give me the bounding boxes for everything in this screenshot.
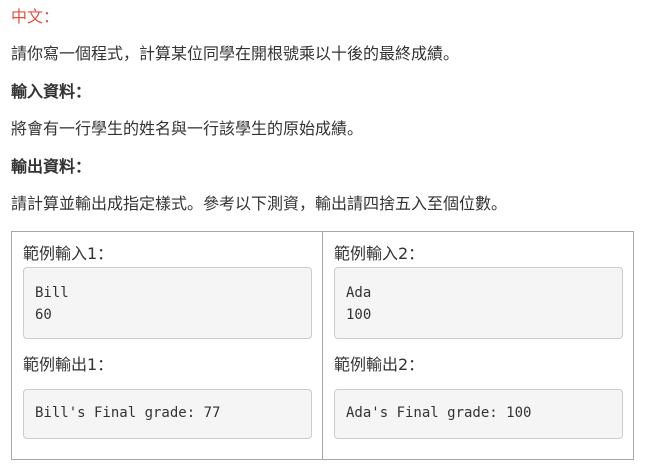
- language-label: 中文：: [11, 7, 60, 26]
- sample-input-box[interactable]: Bill 60: [23, 267, 312, 339]
- example-column-2: 範例輸入2： Ada 100 範例輸出2： Ada's Final grade:…: [322, 232, 633, 459]
- example-column-1: 範例輸入1： Bill 60 範例輸出1： Bill's Final grade…: [12, 232, 322, 459]
- sample-input-line: 60: [35, 307, 52, 323]
- sample-output-box[interactable]: Ada's Final grade: 100: [334, 389, 623, 439]
- output-heading: 輸出資料：: [11, 157, 92, 176]
- sample-input-line: Bill: [35, 285, 69, 301]
- sample-output-box[interactable]: Bill's Final grade: 77: [23, 389, 312, 439]
- sample-output-line: Ada's Final grade: 100: [346, 405, 532, 421]
- sample-input-box[interactable]: Ada 100: [334, 267, 623, 339]
- examples-table: 範例輸入1： Bill 60 範例輸出1： Bill's Final grade…: [11, 231, 634, 460]
- sample-output-label: 範例輸出1：: [23, 355, 114, 374]
- output-description: 請計算並輸出成指定樣式。參考以下測資，輸出請四捨五入至個位數。: [11, 194, 508, 213]
- sample-input-line: 100: [346, 307, 372, 323]
- input-heading: 輸入資料：: [11, 82, 92, 101]
- sample-input-line: Ada: [346, 285, 372, 301]
- problem-description: 請你寫一個程式，計算某位同學在開根號乘以十後的最終成績。: [11, 44, 460, 63]
- sample-output-line: Bill's Final grade: 77: [35, 405, 221, 421]
- sample-input-label: 範例輸入1：: [23, 244, 114, 263]
- sample-output-label: 範例輸出2：: [334, 355, 425, 374]
- sample-input-label: 範例輸入2：: [334, 244, 425, 263]
- input-description: 將會有一行學生的姓名與一行該學生的原始成績。: [11, 119, 364, 138]
